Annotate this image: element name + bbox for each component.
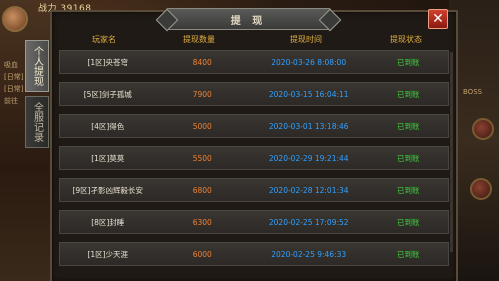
withdraw-status: 已到账 — [396, 57, 420, 67]
tab-label: 全服记录 — [31, 102, 43, 142]
withdraw-status: 已到账 — [396, 185, 420, 195]
withdraw-amount: 5500 — [192, 153, 212, 163]
skill-icon[interactable] — [470, 178, 492, 200]
withdraw-status: 已到账 — [396, 121, 420, 131]
close-icon: ✕ — [432, 11, 444, 27]
withdraw-time: 2020-03-26 8:08:00 — [271, 57, 347, 67]
withdraw-time: 2020-02-25 9:46:33 — [271, 249, 347, 259]
panel-title: 提 现 — [230, 15, 267, 27]
table-row: [1区]莫莫 5500 2020-02-29 19:21:44 已到账 — [59, 146, 449, 170]
player-name: [5区]剑子孤城 — [83, 89, 132, 99]
table-header: 玩家名 提现数量 提现时间 提现状态 — [56, 30, 452, 48]
tab-server-records[interactable]: 全服记录 — [25, 96, 49, 148]
player-name: [1区]莫莫 — [91, 153, 125, 163]
column-header-player: 玩家名 — [92, 34, 116, 44]
skill-icon[interactable] — [472, 118, 494, 140]
hud-label-2: [日常] — [4, 73, 24, 81]
withdraw-time: 2020-02-28 12:01:34 — [268, 185, 349, 195]
withdraw-time: 2020-03-01 13:18:46 — [268, 121, 349, 131]
withdraw-time: 2020-02-25 17:09:52 — [268, 217, 349, 227]
game-screen: 战力 39168 吸血 [日常] [日常] 前往 BOSS 提 现 ✕ 个人提现… — [0, 0, 499, 281]
table-row: [8区]封睡 6300 2020-02-25 17:09:52 已到账 — [59, 210, 449, 234]
column-header-time: 提现时间 — [290, 34, 322, 44]
table-row: [9区]孑影凶辉毅长安 6800 2020-02-28 12:01:34 已到账 — [59, 178, 449, 202]
player-name: [1区]少天涯 — [87, 249, 129, 259]
tab-label: 个人提现 — [31, 46, 43, 86]
hud-label-1: 吸血 — [4, 61, 18, 69]
hud-label-3: [日常] — [4, 85, 24, 93]
withdraw-amount: 6300 — [192, 217, 212, 227]
withdraw-time: 2020-02-29 19:21:44 — [268, 153, 349, 163]
table-row: [5区]剑子孤城 7900 2020-03-15 16:04:11 已到账 — [59, 82, 449, 106]
hud-label-4: 前往 — [4, 97, 18, 105]
player-name: [8区]封睡 — [91, 217, 125, 227]
withdraw-amount: 8400 — [192, 57, 212, 67]
withdraw-time: 2020-03-15 16:04:11 — [268, 89, 349, 99]
withdraw-amount: 7900 — [192, 89, 212, 99]
player-name: [9区]孑影凶辉毅长安 — [72, 185, 144, 195]
avatar[interactable] — [2, 6, 28, 32]
table-row: [4区]得色 5000 2020-03-01 13:18:46 已到账 — [59, 114, 449, 138]
scrollbar[interactable] — [450, 52, 453, 252]
player-name: [1区]央苍穹 — [87, 57, 129, 67]
column-header-status: 提现状态 — [390, 34, 422, 44]
table-row: [1区]央苍穹 8400 2020-03-26 8:08:00 已到账 — [59, 50, 449, 74]
panel-title-banner: 提 现 — [166, 8, 331, 30]
withdraw-status: 已到账 — [396, 153, 420, 163]
withdraw-amount: 6800 — [192, 185, 212, 195]
column-header-amount: 提现数量 — [183, 34, 215, 44]
hud-boss-label: BOSS — [463, 88, 483, 96]
table-row: [1区]少天涯 6000 2020-02-25 9:46:33 已到账 — [59, 242, 449, 266]
close-button[interactable]: ✕ — [428, 9, 448, 29]
withdraw-amount: 5000 — [192, 121, 212, 131]
withdraw-status: 已到账 — [396, 217, 420, 227]
withdraw-status: 已到账 — [396, 249, 420, 259]
withdraw-status: 已到账 — [396, 89, 420, 99]
tab-personal-withdraw[interactable]: 个人提现 — [25, 40, 49, 92]
withdraw-amount: 6000 — [192, 249, 212, 259]
player-name: [4区]得色 — [91, 121, 125, 131]
